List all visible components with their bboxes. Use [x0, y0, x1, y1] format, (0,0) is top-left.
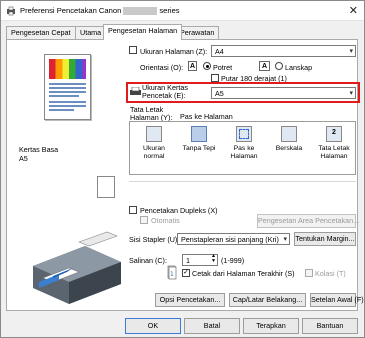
auto-duplex-label: Otomatis: [151, 216, 180, 225]
page-layout-list: Ukuran normal Tanpa Tepi Pas ke Halaman …: [129, 121, 356, 175]
printer-paper-size-label: Ukuran Kertas Pencetak (E):: [142, 84, 188, 99]
scaled-icon: [281, 126, 297, 142]
page-layout-number: 2: [332, 129, 336, 136]
preview-text-line: [49, 105, 86, 107]
preview-column: Kertas Basa A5: [7, 40, 123, 310]
tab-main[interactable]: Utama: [75, 26, 107, 39]
defaults-button[interactable]: Setelan Awal (F): [310, 293, 364, 307]
fit-to-page-icon: [236, 126, 252, 142]
layout-page-layout-label: Tata Letak Halaman: [318, 145, 350, 160]
help-button[interactable]: Bantuan: [302, 318, 358, 334]
portrait-radio[interactable]: [203, 62, 211, 70]
orientation-label: Orientasi (O):: [140, 63, 184, 72]
normal-size-icon: [146, 126, 162, 142]
page-layout-current: Pas ke Halaman: [180, 112, 233, 121]
specify-margin-button[interactable]: Tentukan Margin...: [294, 232, 356, 246]
page-layout-icon: 2: [326, 126, 342, 142]
svg-text:1: 1: [170, 271, 174, 278]
title-bar: Preferensi Pencetakan Canon series ✕: [1, 1, 364, 21]
collate-checkbox[interactable]: [305, 269, 313, 277]
layout-borderless[interactable]: Tanpa Tepi: [177, 126, 221, 153]
copies-range: (1-999): [221, 256, 245, 265]
layout-fit-to-page[interactable]: Pas ke Halaman: [222, 126, 266, 161]
window-title: Preferensi Pencetakan Canon series: [20, 6, 180, 15]
redacted-model-name: [123, 7, 158, 15]
copies-stack-icon: 1: [167, 265, 177, 280]
copies-label: Salinan (C):: [129, 256, 167, 265]
portrait-orientation-icon: A: [188, 61, 197, 71]
print-from-last-page-label: Cetak dari Halaman Terakhir (S): [192, 269, 295, 278]
chevron-down-icon: ▾: [283, 236, 287, 243]
portrait-label: Potret: [213, 63, 233, 72]
window-title-suffix: series: [159, 6, 180, 15]
page-preview: [44, 54, 91, 120]
preview-text-line: [49, 95, 79, 97]
duplex-label: Pencetakan Dupleks (X): [140, 206, 218, 215]
page-size-icon: [129, 46, 137, 54]
preview-text-line: [49, 83, 86, 85]
print-from-last-page-checkbox[interactable]: ✓: [182, 269, 190, 277]
media-type-info: Kertas Basa A5: [19, 145, 58, 163]
ok-button[interactable]: OK: [125, 318, 181, 334]
print-area-setup-button[interactable]: Pengesetan Area Pencetakan...: [257, 214, 359, 228]
chevron-down-icon: ▾: [349, 90, 353, 97]
print-options-button[interactable]: Opsi Pencetakan...: [155, 293, 225, 307]
chevron-down-icon: ▾: [349, 48, 353, 55]
preview-text-line: [49, 87, 86, 89]
media-size-label: A5: [19, 154, 28, 163]
stapler-side-label: Sisi Stapler (U):: [129, 235, 180, 244]
layout-normal-size-label: Ukuran normal: [143, 145, 165, 160]
collate-label: Kolasi (T): [315, 269, 346, 278]
page-size-value: A4: [215, 47, 224, 56]
preview-text-line: [49, 91, 86, 93]
printer-icon: [7, 6, 15, 16]
rotate-180-checkbox[interactable]: [211, 74, 219, 82]
printer-paper-size-label-line2: Pencetak (E):: [142, 90, 186, 100]
media-type-label: Kertas Basa: [19, 145, 59, 154]
stepper-arrows-icon[interactable]: ▲ ▼: [211, 254, 216, 264]
page-size-select[interactable]: A4 ▾: [211, 45, 356, 57]
borderless-icon: [191, 126, 207, 142]
landscape-label: Lanskap: [285, 63, 313, 72]
cancel-button[interactable]: Batal: [184, 318, 240, 334]
page-setup-panel: Kertas Basa A5 Ukuran Halaman (Z): A4 ▾ …: [6, 39, 364, 311]
layout-borderless-label: Tanpa Tepi: [182, 145, 216, 152]
close-icon[interactable]: ✕: [349, 4, 358, 17]
auto-duplex-checkbox[interactable]: [140, 216, 148, 224]
landscape-orientation-icon: A: [259, 61, 270, 71]
printing-preferences-window: Preferensi Pencetakan Canon series ✕ Peng…: [0, 0, 365, 338]
layout-scaled[interactable]: Berskala: [267, 126, 311, 153]
tab-page-setup[interactable]: Pengesetan Halaman: [103, 24, 183, 40]
preview-image: [49, 59, 86, 79]
apply-button[interactable]: Terapkan: [243, 318, 299, 334]
layout-fit-to-page-label: Pas ke Halaman: [230, 145, 258, 160]
printer-illustration-icon: [33, 231, 121, 304]
tab-quick-setup[interactable]: Pengesetan Cepat: [6, 26, 76, 39]
preview-text-line: [49, 109, 74, 111]
printer-paper-size-value: A5: [215, 89, 224, 98]
page-size-label: Ukuran Halaman (Z):: [140, 47, 208, 56]
landscape-radio[interactable]: [275, 62, 283, 70]
copies-stepper[interactable]: 1 ▲ ▼: [182, 254, 218, 266]
stapler-side-value: Penstapleran sisi panjang (Kri): [181, 235, 279, 244]
duplex-checkbox[interactable]: [129, 206, 137, 214]
paper-source-icon: [97, 176, 115, 198]
section-divider: [129, 181, 356, 182]
stamp-background-button[interactable]: Cap/Latar Belakang...: [229, 293, 306, 307]
layout-scaled-label: Berskala: [275, 145, 303, 152]
stapler-side-select[interactable]: Penstapleran sisi panjang (Kri) ▾: [177, 233, 290, 245]
window-title-prefix: Preferensi Pencetakan Canon: [20, 6, 122, 15]
preview-text-line: [49, 101, 86, 103]
fit-frame-icon: [239, 129, 249, 139]
printer-paper-icon: [130, 87, 141, 95]
copies-value: 1: [186, 256, 190, 265]
page-layout-label: Tata Letak Halaman (Y):: [130, 106, 172, 121]
layout-page-layout[interactable]: 2 Tata Letak Halaman: [312, 126, 356, 161]
printer-paper-size-select[interactable]: A5 ▾: [211, 87, 356, 99]
layout-normal-size[interactable]: Ukuran normal: [132, 126, 176, 161]
